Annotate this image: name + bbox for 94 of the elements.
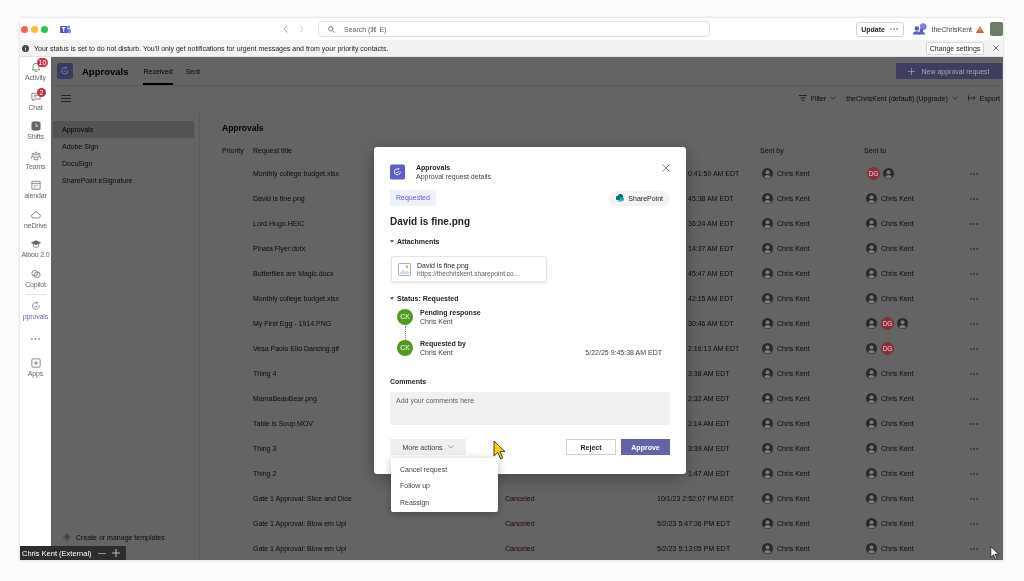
add-app-icon <box>30 357 41 368</box>
person-avatar-icon <box>762 168 773 179</box>
table-heading: Approvals <box>222 122 265 134</box>
person-avatar-icon <box>866 543 877 554</box>
person-avatar-icon <box>866 393 877 404</box>
bell-icon <box>30 62 41 72</box>
request-title: David is fine.png <box>390 216 471 228</box>
person-avatar-icon <box>866 368 877 379</box>
more-icon[interactable] <box>970 372 978 375</box>
close-icon[interactable] <box>993 45 999 51</box>
more-icon[interactable] <box>970 347 978 350</box>
pointer-cursor-icon <box>493 440 507 460</box>
app-tile-icon <box>390 164 405 180</box>
more-icon[interactable] <box>970 297 978 300</box>
pointer-cursor-icon <box>990 546 1000 560</box>
app-tile-icon <box>57 63 73 79</box>
person-avatar-icon <box>866 343 877 354</box>
app-logo-icon <box>60 24 71 34</box>
person-avatar-icon <box>762 243 773 254</box>
more-icon[interactable] <box>970 547 978 550</box>
clock-icon <box>30 121 41 131</box>
plus-icon <box>908 67 916 75</box>
person-avatar-icon <box>866 493 877 504</box>
more-icon[interactable] <box>970 522 978 525</box>
circular-arrow-icon <box>30 301 41 311</box>
person-avatar-icon <box>866 293 877 304</box>
person-avatar-icon <box>762 293 773 304</box>
circles-logo-icon <box>616 194 625 202</box>
person-avatar-icon <box>762 443 773 454</box>
more-icon[interactable] <box>970 322 978 325</box>
more-icon[interactable] <box>970 447 978 450</box>
menu-icon[interactable] <box>61 94 71 102</box>
overlapping-circles-icon <box>30 268 41 279</box>
person-avatar-icon <box>762 518 773 529</box>
person-avatar-icon <box>762 493 773 504</box>
person-avatar-icon <box>762 418 773 429</box>
more-icon[interactable] <box>970 272 978 275</box>
person-avatar-icon <box>866 268 877 279</box>
person-avatar-icon <box>866 443 877 454</box>
calendar-icon <box>30 180 41 190</box>
graduation-cap-icon <box>30 239 41 249</box>
more-icon[interactable] <box>970 397 978 400</box>
person-avatar-icon <box>762 543 773 554</box>
person-avatar-icon <box>866 193 877 204</box>
search-icon <box>328 25 335 33</box>
people-icon <box>30 150 41 161</box>
warning-icon <box>976 25 984 33</box>
minimize-window-icon[interactable] <box>31 25 38 33</box>
person-avatar-icon <box>762 268 773 279</box>
plus-icon[interactable] <box>111 549 120 557</box>
person-avatar-icon <box>866 468 877 479</box>
person-avatar-icon <box>883 168 894 179</box>
person-avatar-icon <box>762 218 773 229</box>
chevron-right-icon[interactable] <box>299 25 304 33</box>
chevron-down-icon <box>447 445 454 449</box>
person-avatar-icon <box>866 218 877 229</box>
chevron-down-icon <box>830 96 837 100</box>
person-avatar-icon <box>762 393 773 404</box>
timeline-connector <box>405 326 406 340</box>
more-icon[interactable] <box>970 197 978 200</box>
more-icon[interactable] <box>970 172 978 175</box>
caret-icon <box>390 240 394 243</box>
person-avatar-icon <box>762 368 773 379</box>
more-icon[interactable] <box>970 497 978 500</box>
more-icon[interactable] <box>970 247 978 250</box>
more-icon[interactable] <box>31 337 40 340</box>
person-avatar-icon <box>866 243 877 254</box>
person-avatar-icon <box>762 193 773 204</box>
person-avatar-icon <box>897 318 908 329</box>
settings-icon <box>63 533 71 541</box>
chevron-down-icon <box>951 96 958 100</box>
person-avatar-icon <box>866 418 877 429</box>
people-icon[interactable] <box>911 23 929 35</box>
profile-photo-placeholder[interactable] <box>990 22 1003 36</box>
image-file-icon <box>398 262 411 276</box>
close-window-icon[interactable] <box>21 25 28 33</box>
minus-icon[interactable] <box>97 552 106 554</box>
more-icon[interactable] <box>970 422 978 425</box>
person-avatar-icon <box>762 468 773 479</box>
filter-icon <box>798 95 807 101</box>
caret-icon <box>390 297 394 300</box>
more-icon[interactable] <box>970 472 978 475</box>
maximize-window-icon[interactable] <box>41 25 48 33</box>
export-icon <box>967 95 976 101</box>
app-title: Approvals <box>82 65 129 77</box>
chevron-left-icon[interactable] <box>283 25 288 33</box>
chat-icon <box>30 91 41 102</box>
more-icon[interactable] <box>970 222 978 225</box>
person-avatar-icon <box>866 318 877 329</box>
close-icon[interactable] <box>662 164 670 172</box>
person-avatar-icon <box>762 318 773 329</box>
person-avatar-icon <box>866 518 877 529</box>
cloud-icon <box>30 209 41 220</box>
person-avatar-icon <box>762 343 773 354</box>
